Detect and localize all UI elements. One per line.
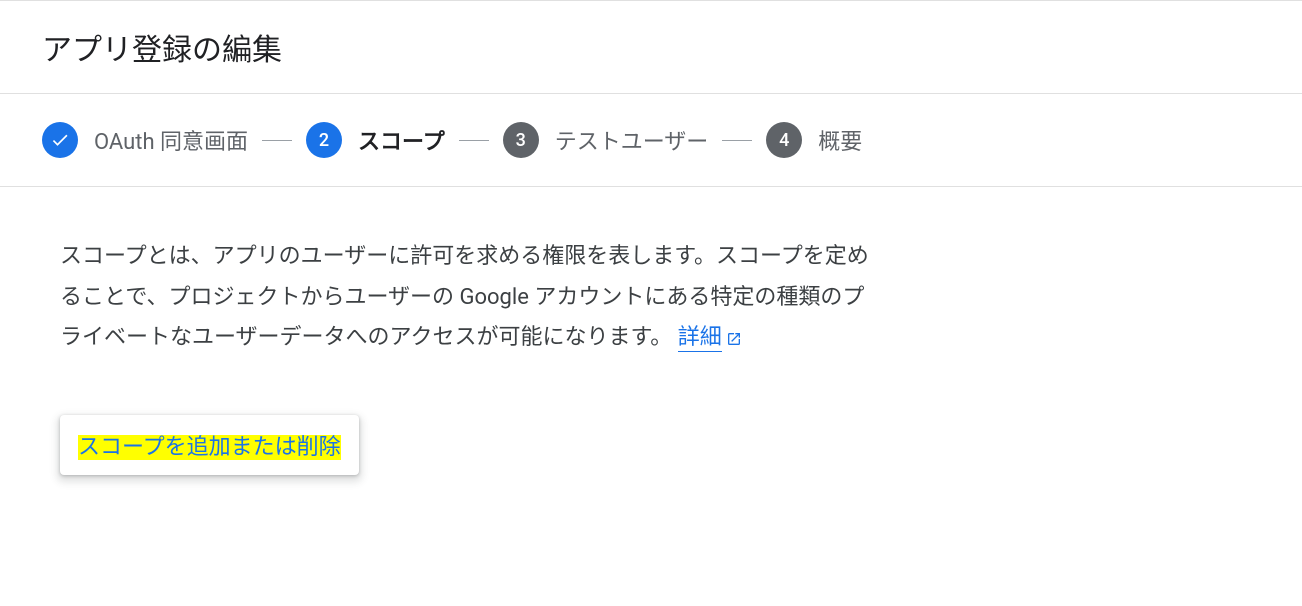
description-text: スコープとは、アプリのユーザーに許可を求める権限を表します。スコープを定めること… — [60, 244, 869, 350]
content-area: スコープとは、アプリのユーザーに許可を求める権限を表します。スコープを定めること… — [0, 187, 1302, 525]
stepper: OAuth 同意画面 2 スコープ 3 テストユーザー 4 概要 — [0, 94, 1302, 187]
step-number: 2 — [306, 122, 342, 158]
step-label: テストユーザー — [555, 124, 709, 156]
step-connector — [262, 140, 292, 141]
step-scopes[interactable]: 2 スコープ — [306, 122, 445, 158]
step-label: OAuth 同意画面 — [94, 124, 248, 156]
step-label: スコープ — [358, 124, 445, 156]
check-icon — [42, 122, 78, 158]
step-number: 4 — [766, 122, 802, 158]
step-connector — [722, 140, 752, 141]
step-number: 3 — [503, 122, 539, 158]
step-summary[interactable]: 4 概要 — [766, 122, 862, 158]
page-header: アプリ登録の編集 — [0, 0, 1302, 94]
scope-description: スコープとは、アプリのユーザーに許可を求める権限を表します。スコープを定めること… — [60, 237, 880, 359]
step-connector — [459, 140, 489, 141]
add-remove-scopes-button[interactable]: スコープを追加または削除 — [78, 435, 341, 460]
step-label: 概要 — [818, 124, 862, 156]
add-remove-scopes-card: スコープを追加または削除 — [60, 415, 359, 475]
learn-more-link[interactable]: 詳細 — [678, 325, 722, 352]
external-link-icon — [726, 331, 742, 347]
page-title: アプリ登録の編集 — [42, 25, 1260, 69]
step-test-users[interactable]: 3 テストユーザー — [503, 122, 709, 158]
step-oauth-consent[interactable]: OAuth 同意画面 — [42, 122, 248, 158]
